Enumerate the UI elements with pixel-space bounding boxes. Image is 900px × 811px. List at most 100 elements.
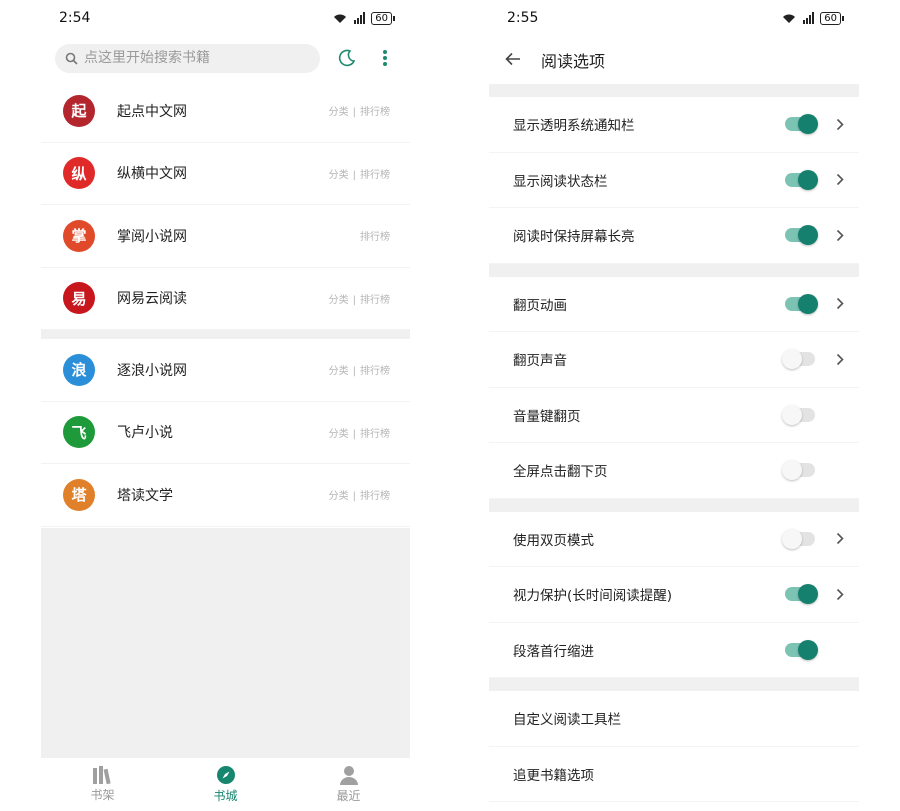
toggle-switch[interactable]	[785, 639, 818, 660]
link-separator: |	[352, 428, 356, 440]
toggle-knob	[798, 639, 818, 660]
option-label: 段落首行缩进	[513, 643, 594, 660]
compass-icon	[216, 766, 235, 784]
site-logo-icon: 起	[63, 94, 95, 127]
app-bar: 阅读选项	[489, 36, 859, 84]
toggle-knob	[798, 169, 818, 190]
ranking-link[interactable]: 排行榜	[360, 295, 390, 306]
chevron-right-icon[interactable]	[835, 532, 845, 546]
category-link[interactable]: 分类	[329, 491, 349, 502]
chevron-right-icon[interactable]	[835, 352, 845, 366]
option-row[interactable]: 阅读时保持屏幕长亮	[489, 208, 859, 264]
ranking-link[interactable]: 排行榜	[360, 107, 390, 118]
back-arrow-icon[interactable]	[505, 51, 521, 70]
category-link[interactable]: 分类	[329, 429, 349, 440]
option-row[interactable]: 音量键翻页	[489, 388, 859, 443]
chevron-right-icon[interactable]	[835, 228, 845, 242]
category-link[interactable]: 分类	[329, 107, 349, 118]
person-icon	[339, 766, 358, 785]
search-icon	[65, 52, 78, 65]
search-box[interactable]	[55, 43, 320, 73]
site-row[interactable]: 易 网易云阅读 分类 | 排行榜	[41, 268, 410, 330]
site-row[interactable]: 塔 塔读文学 分类 | 排行榜	[41, 464, 410, 527]
group-divider	[41, 330, 410, 339]
search-input[interactable]	[84, 50, 284, 66]
ranking-link[interactable]: 排行榜	[360, 232, 390, 243]
toggle-knob	[782, 460, 802, 481]
tab-recent[interactable]: 最近	[287, 758, 410, 811]
tab-label: 书城	[213, 789, 238, 803]
option-row[interactable]: 追更书籍选项	[489, 747, 859, 802]
section-divider	[489, 263, 859, 277]
option-row[interactable]: 自定义阅读工具栏	[489, 691, 859, 747]
category-link[interactable]: 分类	[329, 366, 349, 377]
toggle-switch[interactable]	[782, 528, 815, 549]
site-logo-icon: 易	[63, 282, 95, 315]
chevron-right-icon[interactable]	[835, 173, 845, 187]
chevron-right-icon[interactable]	[835, 587, 845, 601]
section-divider	[489, 498, 859, 512]
toggle-knob	[782, 404, 802, 425]
site-row[interactable]: 掌 掌阅小说网 排行榜	[41, 205, 410, 268]
option-row[interactable]: 翻页声音	[489, 332, 859, 388]
page-title: 阅读选项	[541, 52, 606, 71]
toggle-knob	[782, 528, 802, 549]
toggle-switch[interactable]	[785, 169, 818, 190]
option-row[interactable]: 翻页动画	[489, 277, 859, 332]
reading-options-screen: 2:55 60 阅读选项 显示透明系统通知栏 显示阅读状态栏 阅读时保持屏幕长亮 翻页…	[489, 0, 859, 811]
site-name: 逐浪小说网	[117, 362, 187, 379]
more-options-icon[interactable]	[374, 47, 396, 69]
site-links: 分类 | 排行榜	[329, 362, 390, 377]
chevron-right-icon[interactable]	[835, 117, 845, 131]
section-divider	[489, 678, 859, 691]
toggle-switch[interactable]	[782, 460, 815, 481]
site-links: 分类 | 排行榜	[329, 291, 390, 306]
site-row[interactable]: 纵 纵横中文网 分类 | 排行榜	[41, 143, 410, 205]
ranking-link[interactable]: 排行榜	[360, 429, 390, 440]
toggle-switch[interactable]	[785, 225, 818, 246]
link-separator: |	[352, 294, 356, 306]
site-name: 塔读文学	[117, 487, 173, 504]
toggle-switch[interactable]	[782, 349, 815, 370]
option-label: 音量键翻页	[513, 408, 581, 425]
toggle-switch[interactable]	[782, 404, 815, 425]
site-links: 分类 | 排行榜	[329, 425, 390, 440]
site-row[interactable]: 飞 飞卢小说 分类 | 排行榜	[41, 402, 410, 464]
option-label: 翻页动画	[513, 297, 567, 314]
toggle-knob	[798, 225, 818, 246]
wifi-icon	[334, 14, 347, 23]
search-bar	[41, 36, 410, 80]
site-name: 网易云阅读	[117, 291, 187, 308]
category-link[interactable]: 分类	[329, 295, 349, 306]
option-label: 使用双页模式	[513, 532, 594, 549]
option-row[interactable]: 显示透明系统通知栏	[489, 97, 859, 153]
site-name: 掌阅小说网	[117, 228, 187, 245]
tab-bookshelf[interactable]: 书架	[41, 758, 164, 811]
toggle-switch[interactable]	[785, 114, 818, 135]
night-mode-icon[interactable]	[336, 47, 358, 69]
status-icons: 60	[781, 11, 844, 25]
toggle-knob	[798, 114, 818, 135]
site-row[interactable]: 浪 逐浪小说网 分类 | 排行榜	[41, 339, 410, 402]
tab-bookstore[interactable]: 书城	[164, 758, 287, 811]
ranking-link[interactable]: 排行榜	[360, 366, 390, 377]
option-row[interactable]: 显示阅读状态栏	[489, 153, 859, 208]
ranking-link[interactable]: 排行榜	[360, 170, 390, 181]
chevron-right-icon[interactable]	[835, 297, 845, 311]
option-label: 全屏点击翻下页	[513, 464, 608, 481]
option-row[interactable]: 段落首行缩进	[489, 623, 859, 678]
option-row[interactable]: 视力保护(长时间阅读提醒)	[489, 567, 859, 623]
link-separator: |	[352, 107, 356, 119]
toggle-knob	[782, 349, 802, 370]
option-row[interactable]: 全屏点击翻下页	[489, 443, 859, 499]
option-row[interactable]: 使用双页模式	[489, 512, 859, 567]
ranking-link[interactable]: 排行榜	[360, 491, 390, 502]
signal-icon	[354, 12, 366, 24]
toggle-switch[interactable]	[785, 584, 818, 605]
category-link[interactable]: 分类	[329, 170, 349, 181]
site-row[interactable]: 起 起点中文网 分类 | 排行榜	[41, 80, 410, 143]
wifi-icon	[783, 14, 796, 23]
empty-area	[41, 528, 410, 758]
site-links: 分类 | 排行榜	[329, 103, 390, 118]
toggle-switch[interactable]	[785, 293, 818, 314]
